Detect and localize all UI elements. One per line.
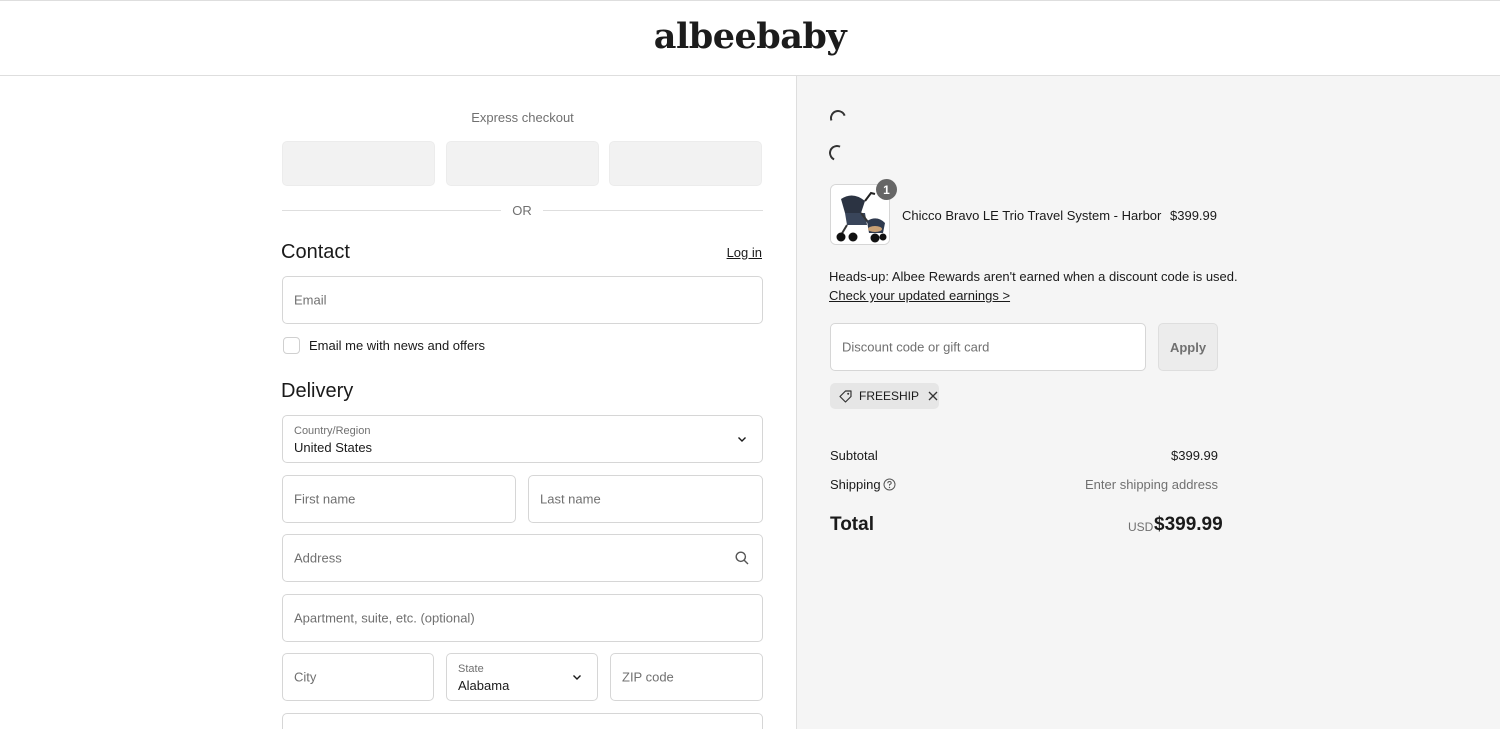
last-name-placeholder: Last name xyxy=(540,491,601,507)
country-select[interactable]: Country/Region United States xyxy=(282,415,763,463)
country-value: United States xyxy=(294,440,373,455)
help-icon[interactable] xyxy=(883,478,896,491)
chevron-down-icon xyxy=(573,675,581,680)
state-value: Alabama xyxy=(458,678,510,693)
state-select[interactable]: State Alabama xyxy=(446,653,598,701)
newsletter-checkbox[interactable] xyxy=(283,337,300,354)
discount-code-field[interactable]: Discount code or gift card xyxy=(830,323,1146,371)
quantity-badge: 1 xyxy=(876,179,897,200)
apartment-field[interactable]: Apartment, suite, etc. (optional) xyxy=(282,594,763,642)
express-pay-button-1[interactable] xyxy=(282,141,435,186)
chevron-down-icon xyxy=(738,437,746,442)
shipping-value: Enter shipping address xyxy=(1085,477,1218,492)
or-divider-text: OR xyxy=(512,203,532,218)
total-currency: USD xyxy=(1128,520,1154,534)
search-icon xyxy=(735,551,749,565)
product-price: $399.99 xyxy=(1170,208,1217,223)
newsletter-label: Email me with news and offers xyxy=(309,338,486,353)
product-name: Chicco Bravo LE Trio Travel System - Har… xyxy=(902,208,1162,223)
site-header: albeebaby xyxy=(0,1,1500,76)
last-name-field[interactable]: Last name xyxy=(528,475,763,523)
store-logo[interactable]: albeebaby xyxy=(654,16,847,57)
subtotal-label: Subtotal xyxy=(830,448,878,463)
city-placeholder: City xyxy=(294,669,317,685)
email-field[interactable]: Email xyxy=(282,276,763,324)
first-name-placeholder: First name xyxy=(294,491,356,507)
divider-left xyxy=(282,210,501,211)
first-name-field[interactable]: First name xyxy=(282,475,516,523)
discount-placeholder: Discount code or gift card xyxy=(842,339,990,355)
state-label: State xyxy=(458,663,484,675)
express-pay-button-3[interactable] xyxy=(609,141,762,186)
tag-icon xyxy=(839,389,852,403)
phone-field[interactable] xyxy=(282,713,763,729)
subtotal-value: $399.99 xyxy=(1171,448,1218,463)
discount-code-text: FREESHIP xyxy=(858,389,919,403)
rewards-notice: Heads-up: Albee Rewards aren't earned wh… xyxy=(829,269,1238,284)
divider-right xyxy=(543,210,763,211)
address-field[interactable]: Address xyxy=(282,534,763,582)
city-field[interactable]: City xyxy=(282,653,434,701)
applied-discount-chip: FREESHIP xyxy=(830,383,939,409)
total-label: Total xyxy=(830,514,874,535)
total-value: $399.99 xyxy=(1154,514,1223,535)
delivery-title: Delivery xyxy=(281,380,354,402)
express-checkout-label: Express checkout xyxy=(471,110,574,125)
express-pay-button-2[interactable] xyxy=(446,141,599,186)
zip-placeholder: ZIP code xyxy=(622,669,674,685)
shipping-label: Shipping xyxy=(830,477,881,492)
zip-field[interactable]: ZIP code xyxy=(610,653,763,701)
email-placeholder: Email xyxy=(294,292,327,308)
contact-title: Contact xyxy=(281,241,350,263)
log-in-link[interactable]: Log in xyxy=(700,245,762,260)
remove-discount-icon[interactable] xyxy=(927,390,939,402)
apply-discount-button[interactable]: Apply xyxy=(1158,323,1218,371)
address-placeholder: Address xyxy=(294,550,342,566)
check-earnings-link[interactable]: Check your updated earnings > xyxy=(829,288,1010,303)
country-label: Country/Region xyxy=(294,425,371,437)
apartment-placeholder: Apartment, suite, etc. (optional) xyxy=(294,610,475,626)
